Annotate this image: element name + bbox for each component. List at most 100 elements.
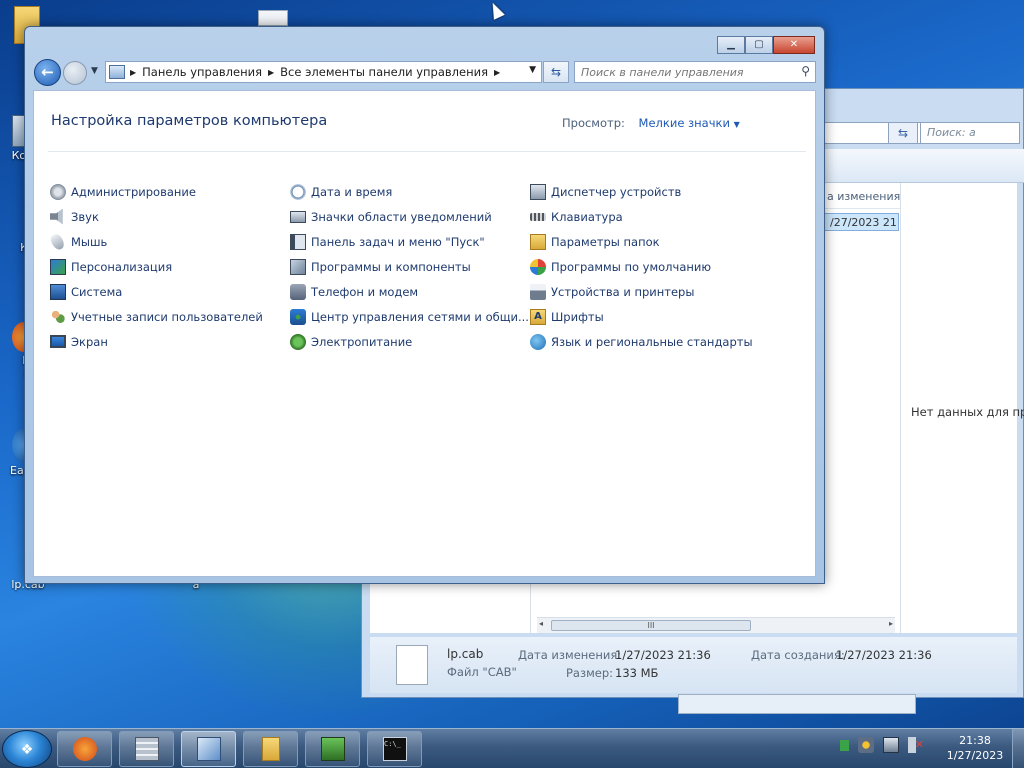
cp-item-mouse[interactable]: Мышь xyxy=(48,229,290,254)
cp-item-fonts[interactable]: A Шрифты xyxy=(530,304,770,329)
refresh-icon[interactable]: ⇆ xyxy=(888,122,918,144)
cp-item-sound[interactable]: Звук xyxy=(50,204,290,229)
file-icon[interactable] xyxy=(258,10,288,26)
details-created-value: 1/27/2023 21:36 xyxy=(836,648,932,662)
cmd-icon: C:\_ xyxy=(383,737,407,761)
back-arrow-icon[interactable]: ← xyxy=(34,59,61,86)
cp-item-folder-options[interactable]: Параметры папок xyxy=(530,229,770,254)
cp-item-region-language[interactable]: Язык и региональные стандарты xyxy=(530,329,770,354)
cp-item-phone-modem[interactable]: Телефон и модем xyxy=(290,279,530,304)
default-programs-icon xyxy=(530,258,546,275)
cp-item-user-accounts[interactable]: Учетные записи пользователей xyxy=(50,304,290,329)
volume-muted-icon[interactable]: ✕ xyxy=(908,737,924,753)
clock[interactable]: 21:38 1/27/2023 xyxy=(940,733,1010,763)
view-dropdown[interactable]: Мелкие значки ▼ xyxy=(639,116,740,130)
cp-item-programs-features[interactable]: Программы и компоненты xyxy=(290,254,530,279)
cp-item-date-time[interactable]: Дата и время xyxy=(290,179,530,204)
cp-item-label: Клавиатура xyxy=(551,209,623,224)
view-label: Просмотр: xyxy=(562,116,625,130)
refresh-icon[interactable]: ⇆ xyxy=(543,61,569,83)
windows-logo-icon: ❖ xyxy=(20,742,34,758)
cp-item-label: Диспетчер устройств xyxy=(551,184,682,199)
taskbar-button-network-tool[interactable] xyxy=(305,731,360,767)
horizontal-scrollbar[interactable]: ◂ III ▸ xyxy=(537,617,895,633)
cp-item-label: Учетные записи пользователей xyxy=(71,309,263,324)
chevron-down-icon[interactable]: ▼ xyxy=(734,120,740,129)
admin-tools-icon xyxy=(50,183,66,200)
taskbar-button-explorer[interactable] xyxy=(243,731,298,767)
scroll-left-icon[interactable]: ◂ xyxy=(539,619,543,628)
cp-item-label: Значки области уведомлений xyxy=(311,209,492,224)
taskbar-button-firefox[interactable] xyxy=(57,731,112,767)
cp-item-taskbar-start[interactable]: Панель задач и меню "Пуск" xyxy=(290,229,530,254)
maximize-button[interactable]: ▢ xyxy=(745,36,773,54)
show-desktop-button[interactable] xyxy=(1012,729,1024,768)
taskbar: ❖ C:\_ ✕ 21:38 1/27/2023 xyxy=(0,728,1024,768)
history-dropdown-icon[interactable]: ▼ xyxy=(91,66,98,76)
cp-item-default-programs[interactable]: Программы по умолчанию xyxy=(530,254,770,279)
scroll-thumb[interactable]: III xyxy=(551,620,751,631)
search-input[interactable] xyxy=(581,63,791,81)
preview-pane: Нет данных для предва xyxy=(900,183,1024,633)
details-size-label: Размер: xyxy=(566,666,614,680)
cp-item-network-center[interactable]: Центр управления сетями и общи... xyxy=(290,304,530,329)
details-filetype: Файл "CAB" xyxy=(447,665,517,679)
breadcrumb-separator-icon[interactable]: ▶ xyxy=(268,68,274,77)
cp-item-label: Электропитание xyxy=(311,334,413,349)
search-box[interactable]: ⚲ xyxy=(574,61,816,83)
cp-item-administration[interactable]: Администрирование xyxy=(50,179,290,204)
details-filename: lp.cab xyxy=(447,647,484,661)
taskbar-button-cmd[interactable]: C:\_ xyxy=(367,731,422,767)
scroll-right-icon[interactable]: ▸ xyxy=(889,619,893,628)
breadcrumb-separator-icon[interactable]: ▶ xyxy=(494,68,500,77)
cp-item-power-options[interactable]: Электропитание xyxy=(290,329,530,354)
cp-item-personalization[interactable]: Персонализация xyxy=(50,254,290,279)
divider xyxy=(48,151,806,152)
cp-item-system[interactable]: Система xyxy=(50,279,290,304)
clock-icon xyxy=(290,183,306,200)
breadcrumb-item[interactable]: Все элементы панели управления xyxy=(280,65,488,79)
items-column-3: Диспетчер устройств Клавиатура Параметры… xyxy=(530,179,770,354)
items-column-1: Администрирование Звук Мышь Персонализац… xyxy=(48,179,290,354)
cp-item-label: Звук xyxy=(71,209,99,224)
personalization-icon xyxy=(50,258,66,275)
items-column-2: Дата и время Значки области уведомлений … xyxy=(290,179,530,354)
system-tray: ✕ xyxy=(840,737,924,753)
display-icon xyxy=(50,335,66,348)
users-icon xyxy=(50,308,66,325)
mouse-cursor xyxy=(487,0,505,20)
control-panel-window[interactable]: ▁ ▢ ✕ ← ▼ ▶ Панель управления ▶ Все элем… xyxy=(24,26,825,584)
forward-arrow-icon[interactable] xyxy=(63,61,87,85)
explorer-search-input[interactable]: Поиск: а xyxy=(920,122,1020,144)
cp-item-label: Параметры папок xyxy=(551,234,660,249)
breadcrumb-item[interactable]: Панель управления xyxy=(142,65,262,79)
network-status-icon[interactable] xyxy=(883,737,899,753)
fonts-icon: A xyxy=(530,308,546,325)
explorer-bottom-buttons[interactable] xyxy=(678,694,916,714)
search-icon[interactable]: ⚲ xyxy=(801,64,810,78)
taskbar-button-calculator[interactable] xyxy=(119,731,174,767)
details-size-value: 133 МБ xyxy=(615,666,659,680)
taskbar-button-control-panel[interactable] xyxy=(181,731,236,767)
address-bar[interactable]: ▶ Панель управления ▶ Все элементы панел… xyxy=(105,61,542,83)
breadcrumb-separator-icon[interactable]: ▶ xyxy=(130,68,136,77)
cp-item-label: Администрирование xyxy=(71,184,196,199)
cp-item-devices-printers[interactable]: Устройства и принтеры xyxy=(530,279,770,304)
cp-item-label: Программы и компоненты xyxy=(311,259,471,274)
clock-time: 21:38 xyxy=(959,734,991,747)
cp-item-label: Дата и время xyxy=(311,184,393,199)
cp-item-device-manager[interactable]: Диспетчер устройств xyxy=(530,179,770,204)
chevron-down-icon[interactable]: ▼ xyxy=(529,65,536,75)
details-created-label: Дата создания: xyxy=(751,648,845,662)
cp-item-notification-icons[interactable]: Значки области уведомлений xyxy=(290,204,530,229)
close-button[interactable]: ✕ xyxy=(773,36,815,54)
cp-item-label: Мышь xyxy=(71,234,108,249)
tray-app-icon[interactable] xyxy=(840,740,849,751)
cp-item-keyboard[interactable]: Клавиатура xyxy=(530,204,770,229)
minimize-button[interactable]: ▁ xyxy=(717,36,745,54)
cp-item-display[interactable]: Экран xyxy=(50,329,290,354)
start-button[interactable]: ❖ xyxy=(2,730,52,768)
view-value[interactable]: Мелкие значки xyxy=(639,116,730,130)
action-center-icon[interactable] xyxy=(858,737,874,753)
details-pane: lp.cab Файл "CAB" Дата изменения: 1/27/2… xyxy=(370,637,1017,693)
